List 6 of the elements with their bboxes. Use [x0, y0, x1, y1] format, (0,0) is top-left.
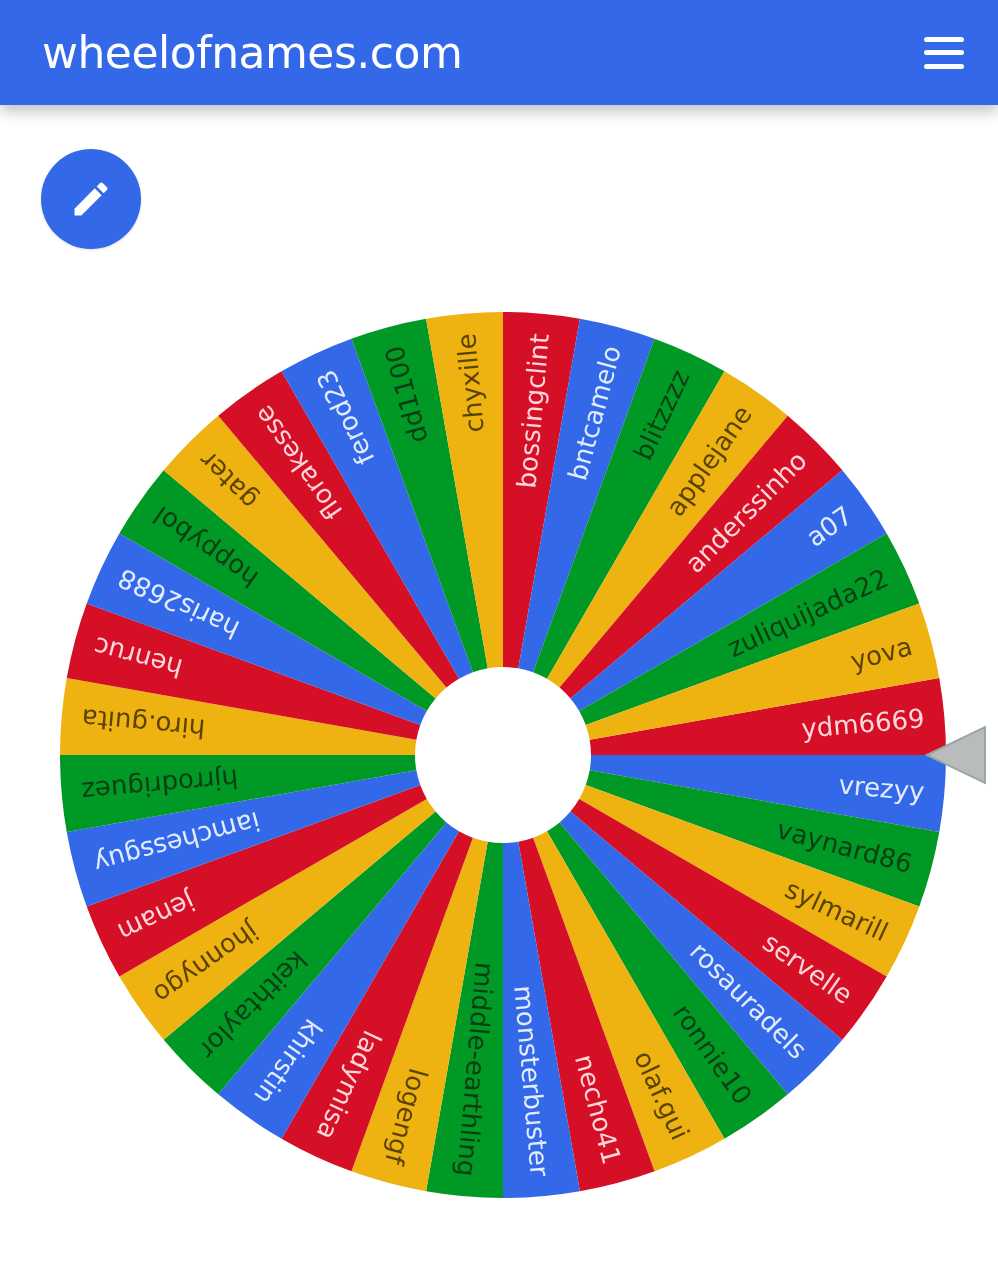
wheel-slice[interactable]: chyxille — [426, 312, 503, 669]
wheel-slice[interactable]: hiro.guita — [60, 678, 417, 755]
pointer-icon — [924, 725, 986, 785]
site-title[interactable]: wheelofnames.com — [42, 30, 463, 75]
wheel-slice[interactable]: ydm6669 — [589, 678, 946, 755]
menu-icon[interactable] — [924, 36, 964, 69]
